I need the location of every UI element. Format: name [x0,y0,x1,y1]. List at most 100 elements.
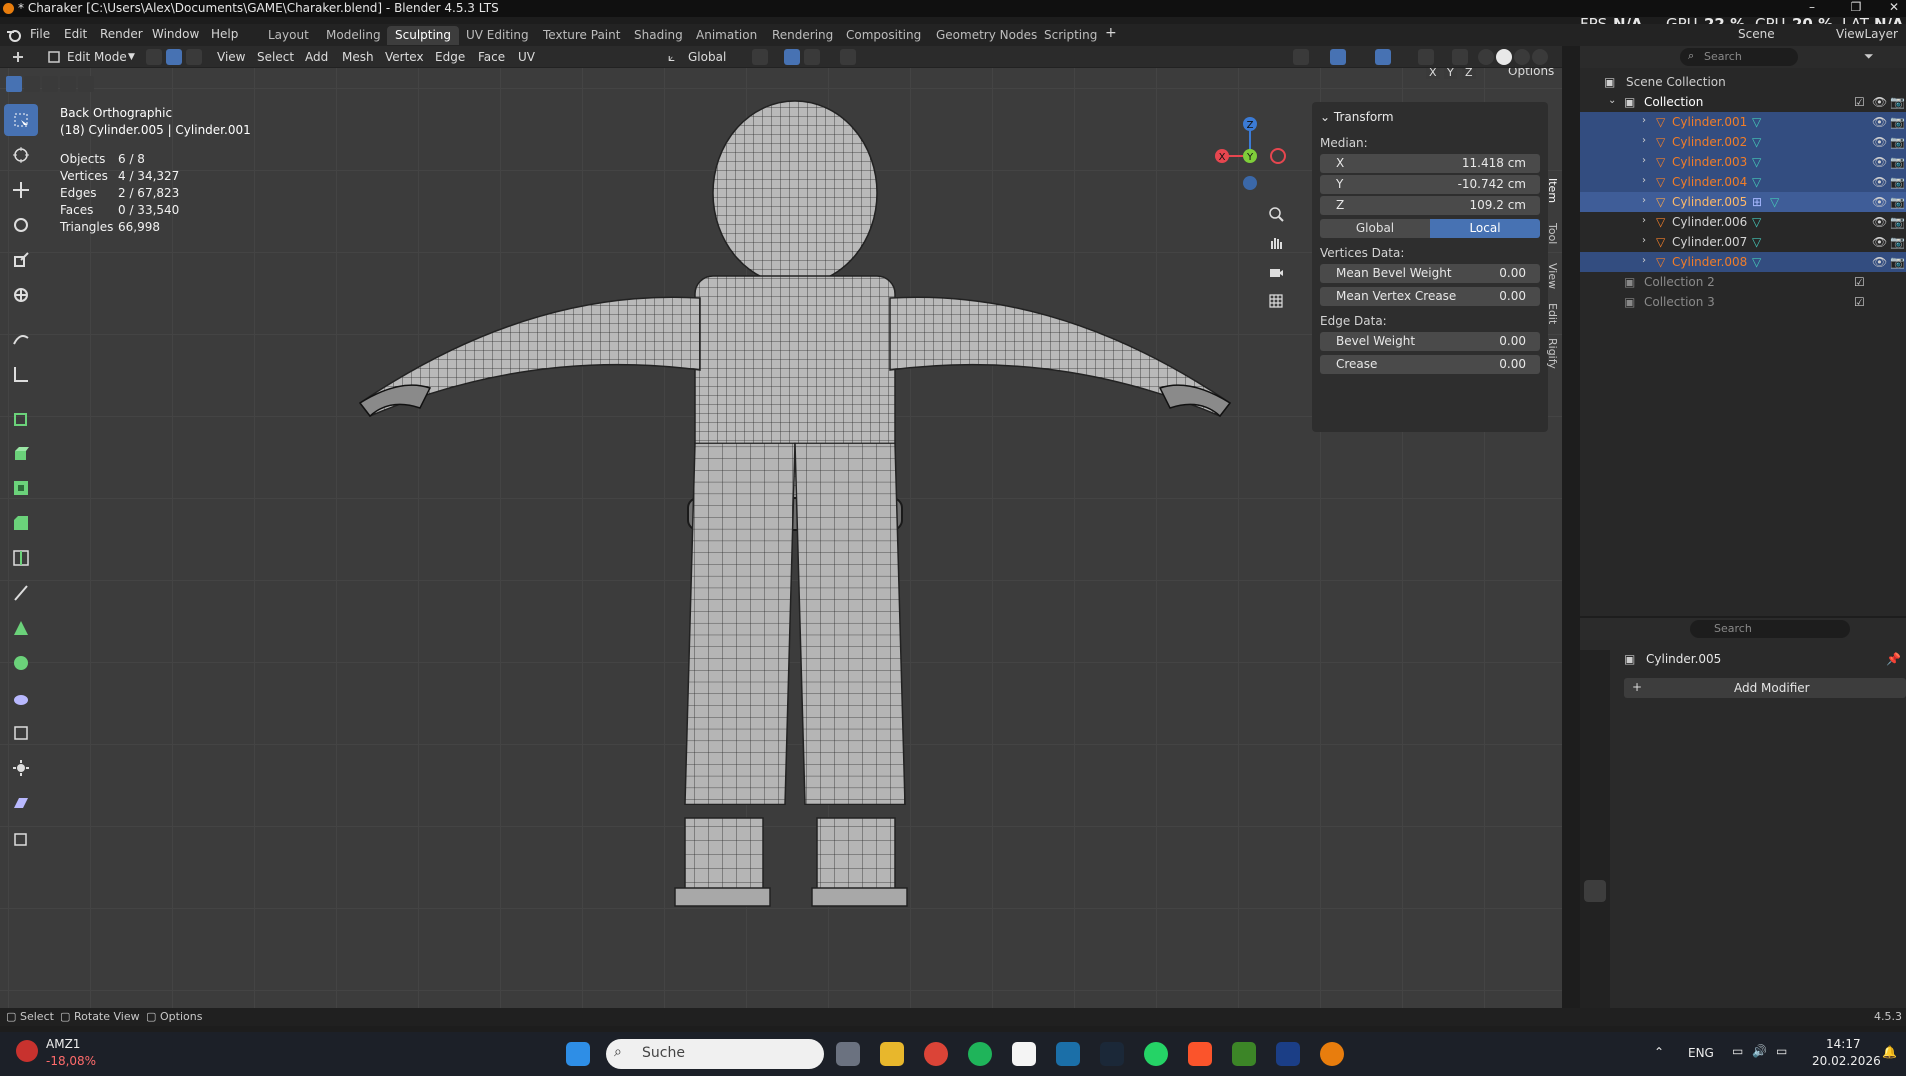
mesh-data-icon[interactable]: ▽ [1752,255,1761,269]
tray-overflow-icon[interactable]: ⌃ [1654,1045,1664,1059]
whatsapp-icon[interactable] [1144,1042,1168,1066]
menu-file[interactable]: File [30,27,50,41]
extrude-region-tool[interactable] [4,437,38,469]
local-space-button[interactable]: Local [1430,219,1540,238]
camera-icon[interactable]: 📷 [1890,195,1905,209]
options-dropdown[interactable]: Options [1508,68,1554,78]
blender-taskbar-icon[interactable] [1320,1042,1344,1066]
median-x-field[interactable]: X 11.418 cm [1320,154,1540,173]
expand-arrow-icon[interactable]: ⌄ [1608,95,1616,106]
eye-icon[interactable]: 👁 [1872,135,1887,149]
tab-modeling[interactable]: Modeling [318,26,389,45]
snap-toggle-button[interactable] [784,49,800,65]
3d-viewport[interactable]: Back Orthographic (18) Cylinder.005 | Cy… [0,68,1562,1008]
loop-cut-tool[interactable] [4,542,38,574]
pan-hand-icon[interactable] [1264,231,1288,255]
shrink-fatten-tool[interactable] [4,752,38,784]
gizmo-neg-x-axis[interactable] [1270,148,1286,164]
menu-window[interactable]: Window [152,27,199,41]
scene-selector[interactable]: Scene [1738,27,1775,41]
mesh-data-icon[interactable]: ▽ [1770,195,1779,209]
shading-solid-button[interactable] [1496,49,1512,65]
tab-tool[interactable]: Tool [1546,223,1559,244]
expand-arrow-icon[interactable]: › [1642,115,1646,126]
battery-icon[interactable]: ▭ [1776,1044,1787,1058]
eye-icon[interactable]: 👁 [1872,155,1887,169]
navigation-gizmo[interactable]: Z X Y [1205,106,1295,196]
camera-icon[interactable]: 📷 [1890,235,1905,249]
transform-orientation-selector[interactable]: Global [688,50,726,64]
tab-texture-paint[interactable]: Texture Paint [535,26,628,45]
camera-icon[interactable]: 📷 [1890,135,1905,149]
menu-render[interactable]: Render [100,27,143,41]
outliner-object-row[interactable]: › ▽ Cylinder.004 ▽ 👁 📷 [1580,172,1906,192]
mesh-data-icon[interactable]: ▽ [1752,215,1761,229]
edge-select-button[interactable] [166,49,182,65]
brave-icon[interactable] [1188,1042,1212,1066]
menu-face[interactable]: Face [478,50,505,64]
tab-item[interactable]: Item [1546,178,1559,203]
collection-3-row[interactable]: ▣ Collection 3 ☑ [1580,292,1906,312]
r-app-icon[interactable] [1276,1042,1300,1066]
axis-z-toggle[interactable]: Z [1462,68,1476,79]
overlay-toggle-button[interactable] [1375,49,1391,65]
snap-target-button[interactable] [804,49,820,65]
tab-layout[interactable]: Layout [260,26,317,45]
character-mesh[interactable] [330,98,1260,958]
visibility-button[interactable] [1293,49,1309,65]
transform-tool[interactable] [4,279,38,311]
vertex-select-button[interactable] [146,49,162,65]
tab-compositing[interactable]: Compositing [838,26,929,45]
rotate-tool[interactable] [4,209,38,241]
menu-select[interactable]: Select [257,50,294,64]
eye-icon[interactable]: 👁 [1872,235,1887,249]
perspective-toggle-icon[interactable] [1264,289,1288,313]
menu-help[interactable]: Help [211,27,238,41]
output-properties-icon[interactable] [1584,712,1606,734]
outliner-object-row[interactable]: › ▽ Cylinder.006 ▽ 👁 📷 [1580,212,1906,232]
poly-build-tool[interactable] [4,612,38,644]
axis-y-toggle[interactable]: Y [1444,68,1457,79]
app-icon[interactable] [1056,1042,1080,1066]
eye-icon[interactable]: 👁 [1872,215,1887,229]
add-modifier-button[interactable]: + Add Modifier [1624,678,1906,698]
outliner-object-row[interactable]: › ▽ Cylinder.002 ▽ 👁 📷 [1580,132,1906,152]
mesh-data-icon[interactable]: ▽ [1752,115,1761,129]
checkbox-icon[interactable]: ☑ [1854,295,1865,309]
camera-icon[interactable]: 📷 [1890,115,1905,129]
measure-tool[interactable] [4,358,38,390]
pin-icon[interactable]: 📌 [1886,652,1901,666]
world-properties-icon[interactable] [1584,796,1606,818]
tab-view[interactable]: View [1546,263,1559,289]
spin-tool[interactable] [4,647,38,679]
shading-wireframe-button[interactable] [1478,49,1494,65]
camera-icon[interactable]: 📷 [1890,175,1905,189]
view-layer-icon[interactable] [1584,740,1606,762]
collection-properties-icon[interactable] [1584,824,1606,846]
shading-rendered-button[interactable] [1532,49,1548,65]
gizmo-neg-z-axis[interactable] [1243,176,1257,190]
expand-arrow-icon[interactable]: › [1642,255,1646,266]
cursor-tool[interactable] [4,139,38,171]
select-extend-button[interactable] [24,76,40,92]
tab-edit[interactable]: Edit [1546,303,1559,324]
volume-icon[interactable]: 🔊 [1752,1044,1767,1058]
face-select-button[interactable] [186,49,202,65]
camera-view-icon[interactable] [1264,260,1288,284]
bevel-weight-field[interactable]: Bevel Weight 0.00 [1320,332,1540,351]
physics-icon[interactable] [1584,936,1606,958]
collapse-arrow-icon[interactable]: ⌄ [1320,110,1330,124]
view-layer-selector[interactable]: ViewLayer [1836,27,1898,41]
windows-start-icon[interactable] [566,1042,590,1066]
outliner-object-row[interactable]: › ▽ Cylinder.008 ▽ 👁 📷 [1580,252,1906,272]
tab-rigify[interactable]: Rigify [1546,338,1559,369]
menu-vertex[interactable]: Vertex [385,50,424,64]
eye-icon[interactable]: 👁 [1872,255,1887,269]
bevel-tool[interactable] [4,507,38,539]
launcher-icon[interactable] [968,1042,992,1066]
language-indicator[interactable]: ENG [1688,1046,1714,1060]
shear-tool[interactable] [4,787,38,819]
task-view-icon[interactable] [836,1042,860,1066]
notification-icon[interactable]: 🔔 [1882,1045,1897,1059]
constraints-icon[interactable] [1584,964,1606,986]
